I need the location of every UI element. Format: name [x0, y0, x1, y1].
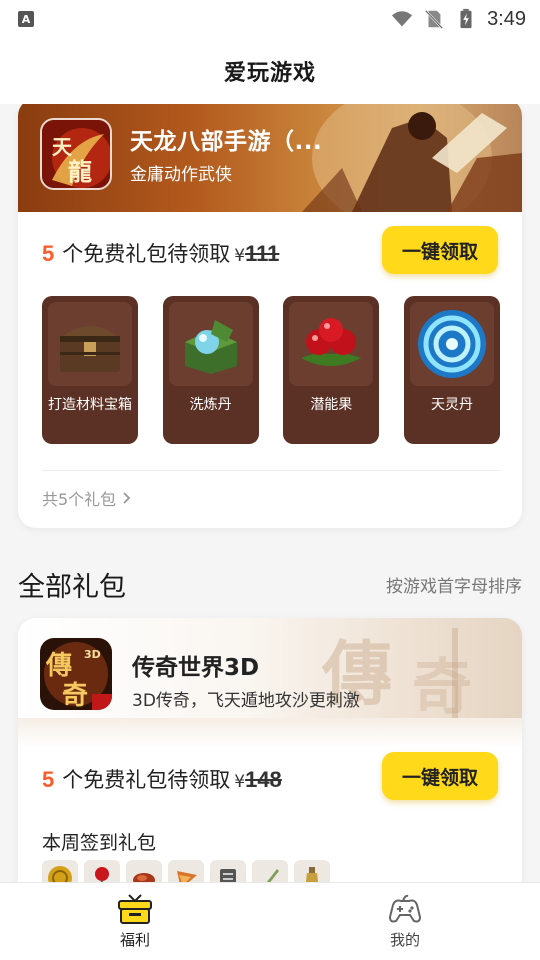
wifi-icon [391, 11, 413, 27]
gift-item-name: 天灵丹 [430, 397, 473, 413]
bottle-icon[interactable] [294, 860, 330, 882]
gift-count: 5 [42, 241, 55, 266]
blue-orb-icon [409, 302, 494, 386]
svg-text:天: 天 [52, 135, 73, 159]
page-title: 爱玩游戏 [223, 61, 316, 86]
gift-item[interactable]: 洗炼丹 [162, 296, 259, 444]
game2-title: 传奇世界3D [132, 655, 260, 681]
featured-game-banner[interactable]: 天 龍 天龙八部手游（... 金庸动作武侠 [18, 104, 522, 212]
weekly-gift-icons [42, 860, 330, 882]
status-right: 3:49 [391, 8, 526, 31]
gift-item[interactable]: 潜能果 [283, 296, 380, 444]
game-icon-chuanqi[interactable]: 傳 奇 3D [40, 638, 112, 710]
tianlong-logo-icon: 天 龍 [42, 120, 110, 188]
notification-app-icon: A [18, 11, 34, 27]
battery-charging-icon [460, 8, 472, 29]
gift-item-name: 潜能果 [310, 397, 353, 413]
divider [42, 470, 500, 471]
nav-tab-welfare[interactable]: 福利 [0, 883, 270, 960]
section-title: 全部礼包 [18, 571, 126, 603]
status-bar: A 3:49 [0, 0, 540, 38]
all-gifts-header: 全部礼包 按游戏首字母排序 [18, 562, 522, 606]
treasure-chest-icon [48, 302, 132, 386]
clock-time: 3:49 [487, 7, 526, 30]
gift-item-name: 洗炼丹 [189, 397, 232, 413]
gamepad-icon [388, 894, 422, 923]
content-scroll[interactable]: 天 龍 天龙八部手游（... 金庸动作武侠 5 个免费礼包待领取 ¥ 111 一… [0, 104, 540, 882]
gift-item[interactable]: 打造材料宝箱 [42, 296, 138, 444]
claim-all-button[interactable]: 一键领取 [382, 752, 498, 800]
gift-item[interactable]: 天灵丹 [403, 296, 500, 444]
banner-fade [18, 718, 522, 748]
featured-game-card: 天 龍 天龙八部手游（... 金庸动作武侠 5 个免费礼包待领取 ¥ 111 一… [18, 104, 522, 528]
bottom-nav: 福利 我的 [0, 882, 540, 960]
svg-text:3D: 3D [84, 648, 101, 661]
more-gifts-link[interactable]: 共5个礼包 [42, 486, 132, 510]
gift-count: 5 [42, 767, 55, 792]
svg-text:龍: 龍 [68, 157, 92, 186]
chuanqi-logo-icon: 傳 奇 3D [40, 638, 112, 710]
meat-icon[interactable] [126, 860, 162, 882]
sword-icon[interactable] [252, 860, 288, 882]
original-price: 148 [245, 767, 282, 792]
gift-item-name: 打造材料宝箱 [48, 397, 132, 413]
gem-box-icon [168, 302, 253, 386]
game2-banner[interactable]: 傳 奇 傳 奇 3D 传奇世界3D 3D传奇，飞天遁地攻沙更刺激 [18, 618, 522, 728]
featured-game-subtitle: 金庸动作武侠 [130, 165, 232, 185]
scroll-icon[interactable] [210, 860, 246, 882]
price-symbol: ¥ [234, 246, 246, 266]
game2-subtitle: 3D传奇，飞天遁地攻沙更刺激 [132, 691, 360, 711]
gift-summary: 5 个免费礼包待领取 ¥ 148 [42, 764, 282, 794]
status-left: A [18, 11, 34, 27]
gift-box-icon [118, 894, 152, 924]
gift-text: 个免费礼包待领取 [62, 242, 231, 266]
gold-coin-icon[interactable] [42, 860, 78, 882]
flag-icon[interactable] [168, 860, 204, 882]
weekly-gift-title: 本周签到礼包 [42, 832, 157, 854]
nav-tab-mine[interactable]: 我的 [270, 883, 540, 960]
svg-text:傳: 傳 [45, 651, 72, 681]
gift-summary: 5 个免费礼包待领取 ¥ 111 [42, 238, 279, 268]
price-symbol: ¥ [234, 772, 246, 792]
claim-all-button[interactable]: 一键领取 [382, 226, 498, 274]
original-price: 111 [245, 241, 280, 266]
gift-text: 个免费礼包待领取 [62, 768, 231, 792]
red-fruit-icon [289, 302, 374, 386]
game-icon-tianlong[interactable]: 天 龍 [40, 118, 112, 190]
banner-artwork: 傳 奇 [321, 628, 472, 723]
gift-items-row: 打造材料宝箱 洗炼丹 潜能果 天灵丹 [42, 296, 500, 444]
more-gifts-label: 共5个礼包 [42, 490, 117, 509]
rose-icon[interactable] [84, 860, 120, 882]
no-sim-icon [424, 9, 444, 29]
chevron-right-icon [123, 492, 131, 504]
sort-button[interactable]: 按游戏首字母排序 [386, 572, 522, 597]
featured-game-title: 天龙八部手游（... [130, 129, 323, 155]
banner-artwork [302, 104, 522, 212]
svg-text:奇: 奇 [412, 653, 472, 723]
nav-label-mine: 我的 [389, 931, 420, 949]
app-header: 爱玩游戏 [0, 38, 540, 104]
game-gift-card: 傳 奇 傳 奇 3D 传奇世界3D 3D传奇，飞天遁地攻沙更刺激 5 个免费礼包… [18, 618, 522, 882]
svg-text:奇: 奇 [62, 681, 88, 710]
nav-label-welfare: 福利 [119, 931, 150, 949]
